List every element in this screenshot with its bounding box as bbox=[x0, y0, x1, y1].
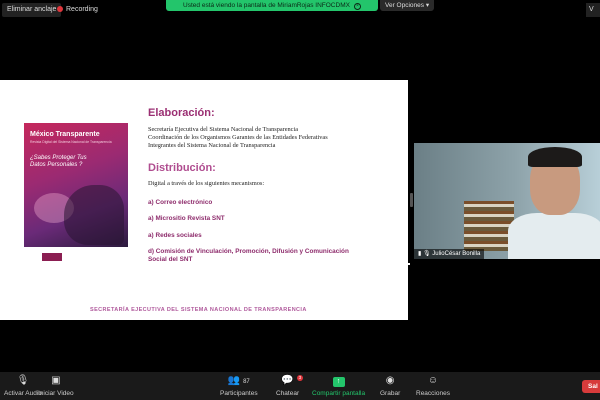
magazine-cover-image: México Transparente Revista Digital del … bbox=[24, 123, 128, 247]
share-banner-text: Usted está viendo la pantalla de MiriamR… bbox=[183, 2, 350, 9]
unmute-label: Activar Audio bbox=[4, 390, 42, 397]
video-off-icon: ▣ bbox=[51, 375, 61, 386]
screen-share-banner: Usted está viendo la pantalla de MiriamR… bbox=[166, 0, 378, 11]
cover-hand-image bbox=[64, 185, 124, 245]
distribution-item: Social del SNT bbox=[148, 256, 193, 263]
reactions-label: Reacciones bbox=[416, 390, 450, 397]
participants-label: Participantes bbox=[220, 390, 258, 397]
cover-badge bbox=[42, 253, 62, 261]
record-label: Grabar bbox=[380, 390, 401, 397]
chat-badge: 3 bbox=[296, 375, 304, 381]
view-button[interactable]: V bbox=[586, 3, 600, 17]
participant-body bbox=[508, 213, 600, 259]
reactions-icon: ☺ bbox=[427, 375, 439, 386]
edge-marker bbox=[0, 167, 18, 169]
cover-question: ¿Sabes Proteger Tus Datos Personales ? bbox=[30, 155, 87, 168]
start-video-label: Iniciar Video bbox=[38, 390, 74, 397]
unpin-button[interactable]: Eliminar anclaje bbox=[2, 3, 62, 17]
chat-label: Chatear bbox=[276, 390, 300, 397]
participant-name-tag: ▮ 🎙 JulioCésar Bonilla bbox=[414, 249, 485, 259]
share-screen-label: Compartir pantalla bbox=[312, 390, 366, 397]
share-screen-button[interactable]: ↑ Compartir pantalla bbox=[312, 374, 365, 397]
chat-icon: 💬 3 bbox=[281, 375, 304, 386]
close-icon[interactable]: × bbox=[353, 3, 361, 10]
view-options-label: Ver Opciones bbox=[385, 2, 425, 9]
elaboracion-heading: Elaboración: bbox=[148, 107, 215, 119]
participant-hair bbox=[528, 147, 582, 167]
recording-dot-icon bbox=[57, 6, 63, 12]
cover-title: México Transparente bbox=[30, 131, 100, 138]
distribution-item: d) Comisión de Vinculación, Promoción, D… bbox=[148, 248, 349, 255]
recording-indicator: Recording bbox=[57, 3, 98, 17]
participants-icon: 👥 87 bbox=[227, 375, 250, 386]
elaboracion-line: Integrantes del Sistema Nacional de Tran… bbox=[148, 142, 276, 149]
view-options-button[interactable]: Ver Opciones ▾ bbox=[380, 0, 435, 11]
share-screen-icon: ↑ bbox=[312, 374, 365, 388]
shared-screen-slide: México Transparente Revista Digital del … bbox=[0, 80, 408, 320]
zoom-meeting-window: Eliminar anclaje Recording Usted está vi… bbox=[0, 0, 600, 400]
chat-button[interactable]: 💬 3 Chatear bbox=[276, 374, 304, 397]
participant-video[interactable]: ▮ 🎙 JulioCésar Bonilla bbox=[414, 143, 600, 259]
participants-button[interactable]: 👥 87 Participantes bbox=[220, 374, 258, 397]
signal-icon: ▮ bbox=[418, 251, 422, 257]
split-handle[interactable] bbox=[410, 193, 413, 207]
distribution-item: a) Correo electrónico bbox=[148, 199, 213, 206]
edge-marker bbox=[367, 263, 410, 265]
record-icon: ◉ bbox=[385, 375, 395, 386]
distribucion-intro: Digital a través de los siguientes mecan… bbox=[148, 180, 265, 187]
meeting-toolbar: 🎙 Activar Audio ▣ Iniciar Video 👥 87 Par… bbox=[0, 372, 600, 400]
leave-button[interactable]: Sal bbox=[582, 380, 600, 393]
reactions-button[interactable]: ☺ Reacciones bbox=[416, 374, 450, 397]
unmute-button[interactable]: 🎙 Activar Audio bbox=[4, 374, 42, 397]
record-button[interactable]: ◉ Grabar bbox=[380, 374, 400, 397]
distribution-item: a) Redes sociales bbox=[148, 232, 202, 239]
top-bar: Eliminar anclaje Recording Usted está vi… bbox=[0, 0, 600, 20]
start-video-button[interactable]: ▣ Iniciar Video bbox=[38, 374, 74, 397]
recording-label: Recording bbox=[66, 6, 98, 13]
participants-count: 87 bbox=[243, 379, 250, 385]
distribution-item: a) Micrositio Revista SNT bbox=[148, 215, 225, 222]
cover-subtitle: Revista Digital del Sistema Nacional de … bbox=[30, 140, 112, 144]
mic-icon: 🎙 bbox=[422, 251, 431, 257]
bookshelf-background bbox=[464, 201, 514, 251]
slide-footer: SECRETARÍA EJECUTIVA DEL SISTEMA NACIONA… bbox=[90, 307, 307, 313]
participant-name: JulioCésar Bonilla bbox=[432, 251, 481, 257]
mic-muted-icon: 🎙 bbox=[16, 375, 30, 386]
elaboracion-line: Coordinación de los Organismos Garantes … bbox=[148, 134, 328, 141]
chevron-down-icon: ▾ bbox=[425, 2, 430, 9]
elaboracion-line: Secretaría Ejecutiva del Sistema Naciona… bbox=[148, 126, 299, 133]
distribucion-heading: Distribución: bbox=[148, 162, 216, 174]
